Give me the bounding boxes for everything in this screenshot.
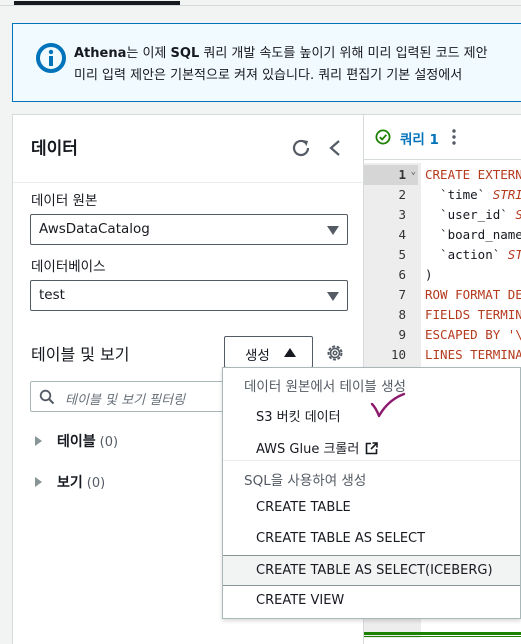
code-line: `user_id` S — [425, 205, 521, 225]
success-check-icon — [375, 129, 391, 145]
create-button-label: 생성 — [245, 348, 270, 364]
filter-placeholder: 테이블 및 보기 필터링 — [65, 393, 186, 408]
code-line: ) — [425, 265, 433, 285]
menu-item-label: S3 버킷 데이터 — [256, 410, 341, 425]
info-banner: Athena는 이제 SQL 쿼리 개발 속도를 높이기 위해 미리 입력된 코… — [12, 23, 521, 102]
database-select[interactable]: test — [30, 280, 348, 311]
code-line: CREATE EXTERN — [425, 165, 521, 185]
table-filter-input[interactable]: 테이블 및 보기 필터링 — [30, 381, 230, 412]
menu-item-label: CREATE TABLE AS SELECT — [256, 531, 426, 546]
tree-item-count: (0) — [86, 476, 106, 491]
kebab-icon[interactable] — [452, 128, 456, 146]
line-number: 2 — [398, 187, 406, 202]
chevron-left-icon[interactable] — [325, 136, 345, 160]
line-number: 4 — [398, 227, 406, 242]
banner-text-a: 는 이제 — [126, 46, 171, 61]
line-number: 1 ⌄ — [364, 165, 418, 185]
search-icon — [39, 389, 55, 405]
panel-title: 데이터 — [31, 139, 78, 159]
code-line: ROW FORMAT DE — [425, 285, 521, 305]
line-number: 8 — [398, 307, 406, 322]
tree-item-count: (0) — [99, 435, 119, 450]
code-text: `time` — [425, 187, 493, 202]
code-keyword: ROW FORMAT DE — [425, 287, 521, 302]
expand-triangle-icon — [35, 436, 42, 446]
panel-divider — [13, 182, 363, 183]
caret-up-icon — [284, 348, 296, 357]
menu-item-label: CREATE TABLE AS SELECT(ICEBERG) — [256, 563, 493, 578]
code-keyword: ESCAPED BY '\ — [425, 327, 521, 342]
banner-text-b: 쿼리 개발 속도를 높이기 위해 미리 입력된 코드 제안 — [199, 46, 488, 61]
editor-status-rule — [364, 636, 521, 637]
tab-divider — [364, 159, 521, 160]
menu-item-label: AWS Glue 크롤러 — [256, 442, 360, 457]
menu-group-header-source: 데이터 원본에서 테이블 생성 — [244, 379, 406, 395]
banner-sql: SQL — [170, 46, 200, 61]
expand-triangle-icon — [35, 477, 42, 487]
code-type: ST — [507, 247, 521, 262]
menu-item-create-table-as-select-iceberg[interactable]: CREATE TABLE AS SELECT(ICEBERG) — [223, 555, 520, 586]
code-type: STRI — [492, 187, 521, 202]
external-link-icon — [366, 442, 379, 455]
data-source-label: 데이터 원본 — [31, 193, 98, 209]
top-tab-strip — [0, 0, 521, 8]
create-button[interactable]: 생성 — [224, 336, 313, 368]
menu-item-glue-crawler[interactable]: AWS Glue 크롤러 — [223, 431, 520, 462]
menu-item-label: CREATE TABLE — [256, 500, 351, 515]
menu-group-divider — [223, 460, 520, 461]
gear-icon[interactable] — [325, 343, 345, 363]
line-number: 10 — [390, 347, 406, 362]
code-keyword: CREATE EXTERN — [425, 167, 521, 182]
menu-item-create-table-as-select[interactable]: CREATE TABLE AS SELECT — [223, 524, 520, 555]
menu-item-s3-bucket-data[interactable]: S3 버킷 데이터 — [223, 399, 520, 430]
line-number: 7 — [398, 287, 406, 302]
code-text: ) — [425, 267, 433, 282]
caret-down-icon — [327, 226, 339, 235]
line-number: 9 — [398, 327, 406, 342]
code-keyword: LINES TERMINA — [425, 347, 521, 362]
code-text: `action` — [425, 247, 508, 262]
database-label: 데이터베이스 — [31, 259, 106, 275]
info-icon — [36, 43, 66, 73]
code-line: FIELDS TERMIN — [425, 305, 521, 325]
menu-item-create-view[interactable]: CREATE VIEW — [223, 586, 520, 617]
tree-item-label: 보기 — [57, 475, 83, 491]
line-number: 6 — [398, 267, 406, 282]
code-line: `board_name — [425, 225, 521, 245]
code-text: `board_name — [425, 227, 521, 242]
query-tab-label: 쿼리 1 — [400, 132, 439, 148]
editor-status-bar — [364, 632, 521, 635]
database-value: test — [39, 287, 65, 303]
refresh-icon[interactable] — [289, 136, 313, 160]
tab-query-1[interactable]: 쿼리 1 — [364, 115, 470, 159]
code-keyword: FIELDS TERMIN — [425, 307, 521, 322]
caret-down-icon — [327, 292, 339, 301]
menu-item-label: CREATE VIEW — [256, 593, 345, 608]
data-source-select[interactable]: AwsDataCatalog — [30, 214, 348, 245]
menu-item-create-table[interactable]: CREATE TABLE — [223, 493, 520, 524]
code-line: `action` ST — [425, 245, 521, 265]
tab-strip-divider — [0, 5, 521, 6]
code-line: `time` STRI — [425, 185, 521, 205]
line-number: 5 — [398, 247, 406, 262]
fold-chevron-icon: ⌄ — [410, 167, 416, 177]
code-text: `user_id` — [425, 207, 516, 222]
data-source-value: AwsDataCatalog — [39, 221, 150, 237]
banner-product: Athena — [74, 46, 127, 61]
create-dropdown-menu: 데이터 원본에서 테이블 생성 S3 버킷 데이터 AWS Glue 크롤러 S… — [222, 367, 521, 619]
banner-message-line1: Athena는 이제 SQL 쿼리 개발 속도를 높이기 위해 미리 입력된 코… — [74, 42, 488, 61]
line-number: 3 — [398, 207, 406, 222]
code-line: LINES TERMINA — [425, 345, 521, 365]
code-line: ESCAPED BY '\ — [425, 325, 521, 345]
banner-message-line2: 미리 입력 제안은 기본적으로 켜져 있습니다. 쿼리 편집기 기본 설정에서 — [74, 68, 463, 83]
menu-group-header-sql: SQL을 사용하여 생성 — [244, 473, 367, 489]
code-type: S — [515, 207, 521, 222]
tables-views-title: 테이블 및 보기 — [31, 345, 130, 364]
tree-item-label: 테이블 — [57, 434, 96, 450]
